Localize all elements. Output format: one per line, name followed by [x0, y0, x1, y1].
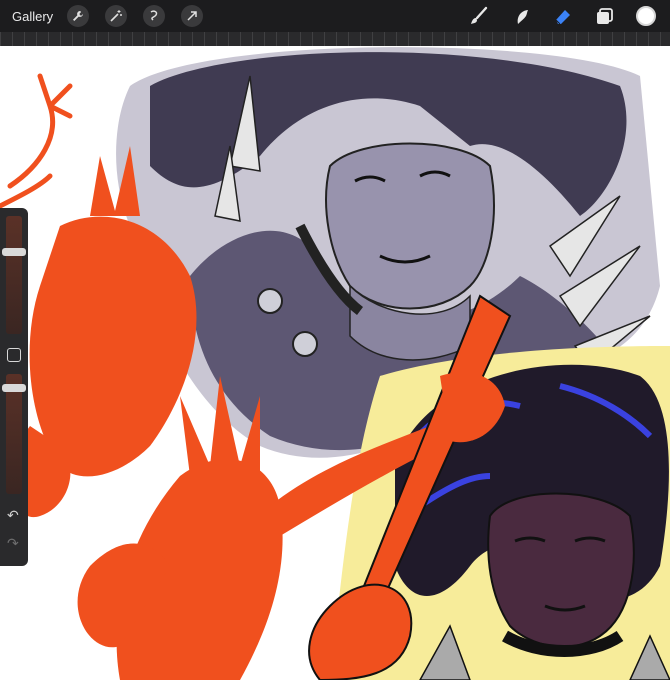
opacity-slider[interactable]	[6, 374, 22, 494]
drawing-canvas[interactable]	[0, 46, 670, 680]
brush-size-handle[interactable]	[2, 248, 26, 256]
selection-icon[interactable]	[143, 5, 166, 27]
red-sketch-figures	[0, 73, 73, 209]
girl-face	[487, 492, 635, 648]
brush-icon[interactable]	[468, 5, 490, 27]
magic-wand-icon[interactable]	[105, 5, 128, 27]
color-swatch[interactable]	[636, 6, 656, 26]
canvas-top-edge	[0, 32, 670, 46]
right-tool-group	[468, 0, 656, 32]
opacity-handle[interactable]	[2, 384, 26, 392]
portrait-face	[325, 142, 495, 310]
gallery-button[interactable]: Gallery	[12, 9, 53, 24]
pin-badge	[257, 288, 283, 314]
modify-square-icon[interactable]	[7, 348, 21, 362]
redo-icon[interactable]: ↷	[7, 536, 19, 550]
transform-arrow-icon[interactable]	[181, 5, 204, 27]
undo-icon[interactable]: ↶	[7, 508, 19, 522]
top-toolbar: Gallery	[0, 0, 670, 32]
layers-icon[interactable]	[594, 5, 616, 27]
pin-badge-2	[292, 331, 318, 357]
eraser-icon[interactable]	[552, 5, 574, 27]
artwork	[0, 47, 670, 680]
wrench-icon[interactable]	[67, 5, 90, 27]
brush-size-slider[interactable]	[6, 216, 22, 334]
left-sidebar: ↶ ↷	[0, 208, 28, 566]
smudge-icon[interactable]	[510, 5, 532, 27]
